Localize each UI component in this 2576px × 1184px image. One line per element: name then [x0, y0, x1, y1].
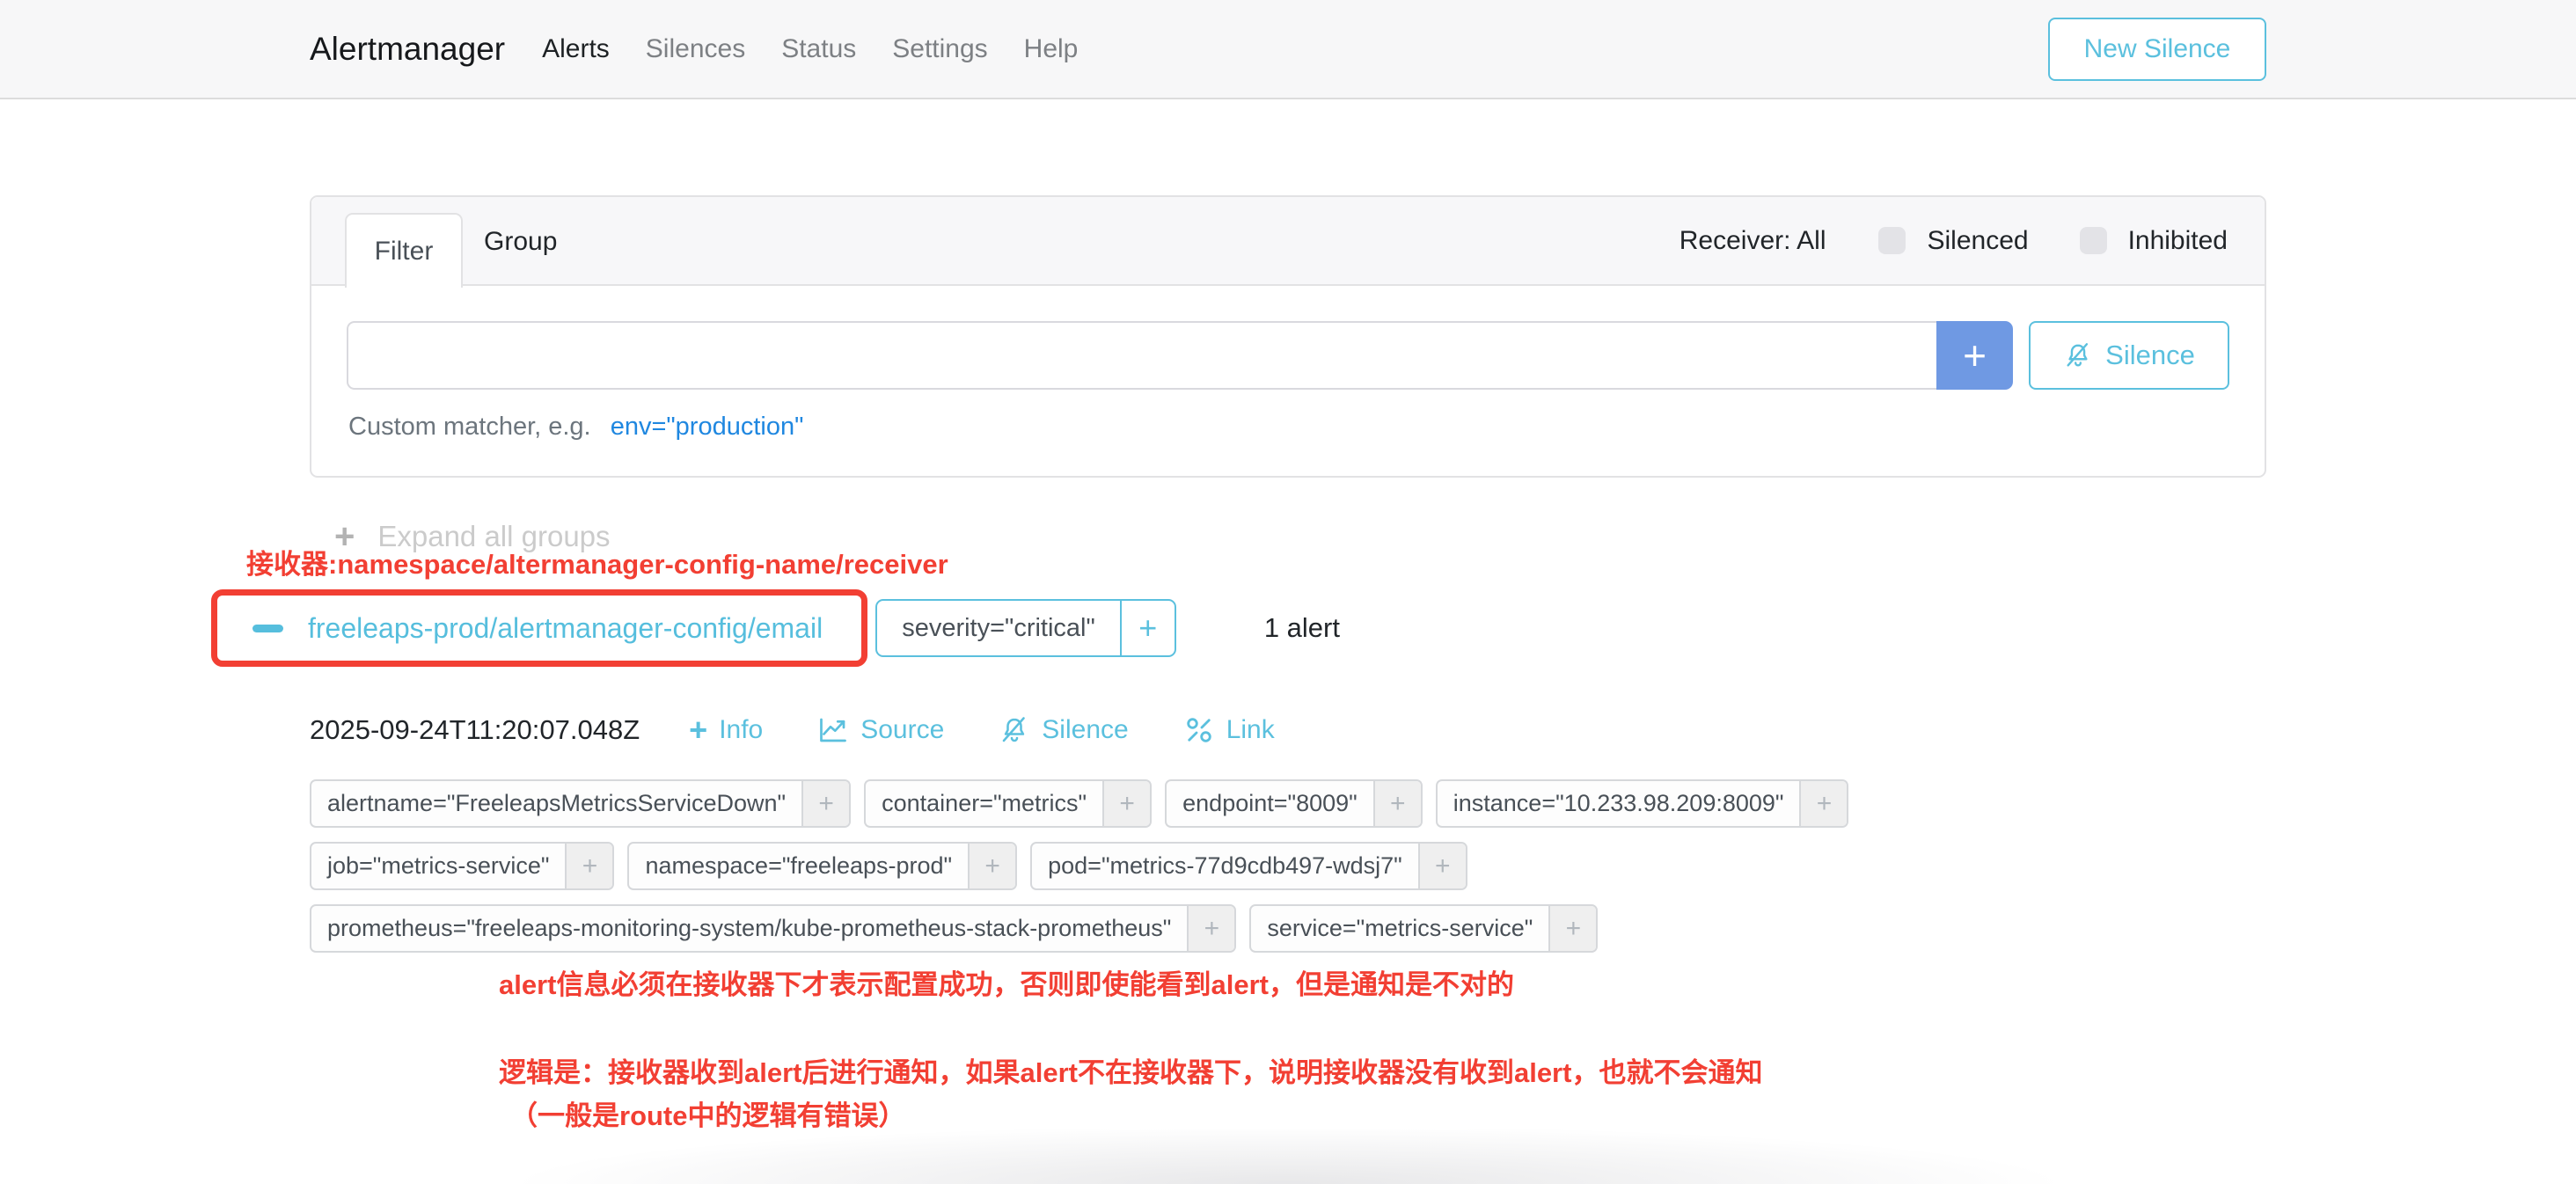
alert-label-tag: namespace="freeleaps-prod" +: [627, 842, 1017, 890]
new-silence-button[interactable]: New Silence: [2048, 18, 2266, 81]
alert-labels-row-1: alertname="FreeleapsMetricsServiceDown" …: [310, 779, 1848, 828]
alert-label-text: namespace="freeleaps-prod": [629, 844, 968, 888]
annotation-note-3: （一般是route中的逻辑有错误）: [510, 1093, 906, 1133]
app-brand[interactable]: Alertmanager: [310, 31, 505, 68]
alert-timestamp: 2025-09-24T11:20:07.048Z: [310, 714, 640, 746]
add-filter-plus-icon[interactable]: +: [565, 844, 612, 888]
add-filter-plus-icon[interactable]: +: [1548, 906, 1596, 951]
add-filter-plus-icon[interactable]: +: [1373, 781, 1421, 826]
nav-item-settings[interactable]: Settings: [892, 34, 987, 64]
matcher-input-row: + Silence: [347, 321, 2229, 390]
matcher-hint: Custom matcher, e.g. env="production": [348, 413, 2229, 442]
inhibited-checkbox[interactable]: [2080, 227, 2107, 254]
silence-button[interactable]: Silence: [2029, 321, 2229, 390]
nav-item-status[interactable]: Status: [781, 34, 856, 64]
alert-group-row: freeleaps-prod/alertmanager-config/email…: [211, 589, 1340, 667]
alert-action-link[interactable]: Link: [1183, 714, 1275, 746]
alert-label-text: instance="10.233.98.209:8009": [1438, 781, 1800, 826]
add-filter-plus-icon[interactable]: +: [1187, 906, 1234, 951]
inhibited-checkbox-label[interactable]: Inhibited: [2128, 226, 2228, 256]
alert-count: 1 alert: [1264, 612, 1340, 644]
alert-action-info[interactable]: + Info: [689, 714, 763, 746]
nav-item-help[interactable]: Help: [1024, 34, 1079, 64]
alert-action-source[interactable]: Source: [817, 714, 944, 746]
add-filter-plus-icon[interactable]: +: [1418, 844, 1466, 888]
alert-labels-row-3: prometheus="freeleaps-monitoring-system/…: [310, 904, 1598, 953]
filter-header-controls: Receiver: All Silenced Inhibited: [1680, 226, 2228, 256]
action-label: Link: [1226, 715, 1275, 745]
alert-label-text: endpoint="8009": [1167, 781, 1373, 826]
matcher-input[interactable]: [347, 321, 1936, 390]
tab-group[interactable]: Group: [484, 197, 557, 286]
alert-label-text: prometheus="freeleaps-monitoring-system/…: [311, 906, 1187, 951]
add-filter-plus-icon[interactable]: +: [968, 844, 1015, 888]
add-filter-plus-icon[interactable]: +: [1102, 781, 1150, 826]
filter-panel: Filter Group Receiver: All Silenced Inhi…: [310, 195, 2266, 478]
add-matcher-button[interactable]: +: [1936, 321, 2013, 390]
hint-text: Custom matcher, e.g.: [348, 413, 591, 441]
add-filter-plus-icon[interactable]: +: [1799, 781, 1847, 826]
alert-label-tag: container="metrics" +: [864, 779, 1152, 828]
alert-labels-row-2: job="metrics-service" + namespace="freel…: [310, 842, 1467, 890]
alert-label-text: container="metrics": [866, 781, 1102, 826]
hint-example-link[interactable]: env="production": [611, 413, 804, 441]
alert-label-text: service="metrics-service": [1251, 906, 1548, 951]
alert-label-tag: service="metrics-service" +: [1249, 904, 1598, 953]
bell-slash-icon: [2063, 340, 2093, 370]
alert-label-tag: prometheus="freeleaps-monitoring-system/…: [310, 904, 1236, 953]
alert-group-name: freeleaps-prod/alertmanager-config/email: [308, 612, 823, 645]
silenced-checkbox[interactable]: [1878, 227, 1906, 254]
chart-icon: [817, 714, 849, 746]
alert-label-tag: job="metrics-service" +: [310, 842, 614, 890]
annotation-note-1: alert信息必须在接收器下才表示配置成功，否则即使能看到alert，但是通知是…: [499, 962, 1514, 1002]
action-label: Source: [860, 715, 944, 745]
group-matcher-chip: severity="critical" +: [875, 599, 1176, 657]
group-matcher-label: severity="critical": [877, 601, 1120, 655]
alert-group-header[interactable]: freeleaps-prod/alertmanager-config/email: [211, 589, 867, 667]
bottom-shadow: [309, 1129, 2266, 1184]
link-icon: [1183, 714, 1215, 746]
alert-label-text: alertname="FreeleapsMetricsServiceDown": [311, 781, 801, 826]
tab-filter[interactable]: Filter: [345, 213, 463, 288]
alert-label-text: pod="metrics-77d9cdb497-wdsj7": [1032, 844, 1418, 888]
silence-button-label: Silence: [2105, 340, 2195, 371]
alertmanager-page: Alertmanager Alerts Silences Status Sett…: [0, 0, 2576, 1184]
nav-item-alerts[interactable]: Alerts: [542, 34, 610, 64]
bell-slash-icon: [999, 714, 1030, 746]
alert-label-tag: pod="metrics-77d9cdb497-wdsj7" +: [1030, 842, 1467, 890]
silenced-checkbox-label[interactable]: Silenced: [1927, 226, 2028, 256]
filter-panel-header: Filter Group Receiver: All Silenced Inhi…: [311, 197, 2265, 286]
action-label: Info: [719, 715, 763, 745]
plus-icon: +: [689, 714, 707, 746]
alert-label-text: job="metrics-service": [311, 844, 565, 888]
add-filter-plus-icon[interactable]: +: [801, 781, 849, 826]
top-navbar: Alertmanager Alerts Silences Status Sett…: [0, 0, 2576, 99]
receiver-selector[interactable]: Receiver: All: [1680, 226, 1826, 256]
group-matcher-plus-icon[interactable]: +: [1120, 601, 1175, 655]
alert-label-tag: instance="10.233.98.209:8009" +: [1436, 779, 1849, 828]
alert-label-tag: endpoint="8009" +: [1165, 779, 1423, 828]
alert-meta-row: 2025-09-24T11:20:07.048Z + Info Source S…: [310, 714, 1329, 746]
alert-label-tag: alertname="FreeleapsMetricsServiceDown" …: [310, 779, 851, 828]
alert-action-silence[interactable]: Silence: [999, 714, 1128, 746]
collapse-minus-icon: [252, 625, 283, 632]
nav-item-silences[interactable]: Silences: [646, 34, 745, 64]
action-label: Silence: [1042, 715, 1128, 745]
annotation-note-2: 逻辑是：接收器收到alert后进行通知，如果alert不在接收器下，说明接收器没…: [499, 1050, 1762, 1090]
annotation-receiver-note: 接收器:namespace/altermanager-config-name/r…: [246, 542, 948, 581]
plus-icon: +: [1963, 333, 1987, 378]
